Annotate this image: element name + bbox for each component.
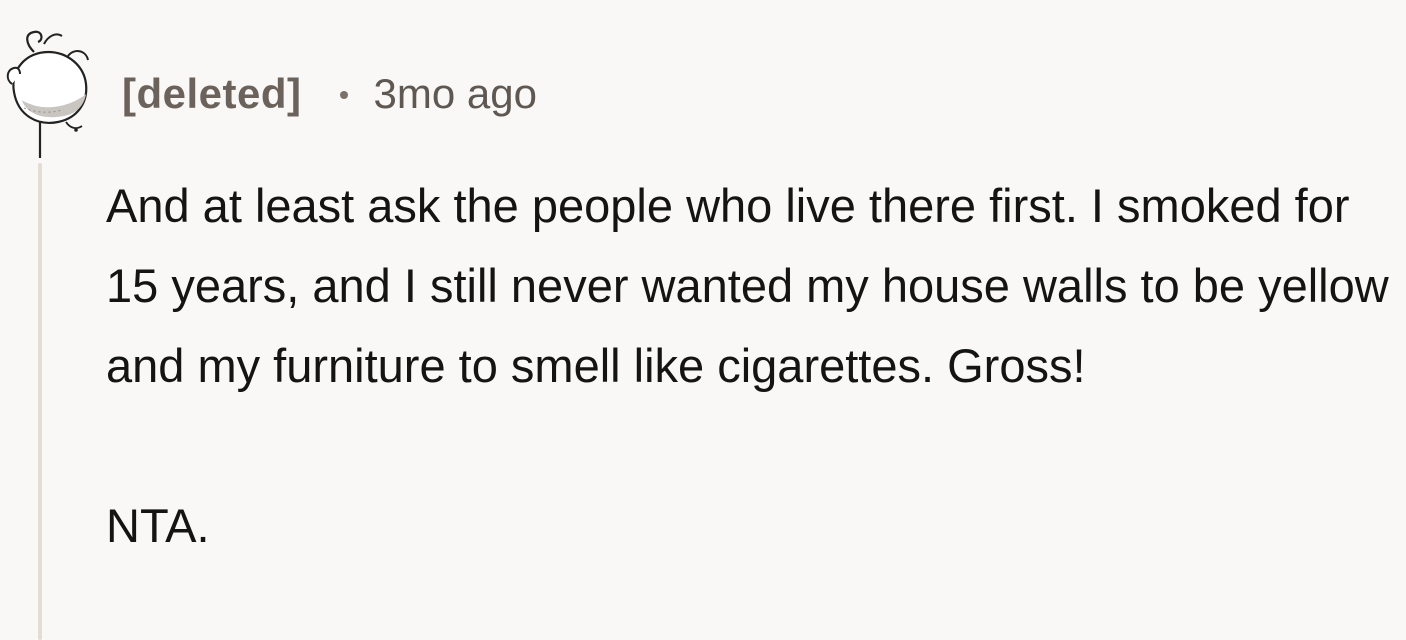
comment-paragraph: NTA. xyxy=(106,499,210,552)
avatar[interactable] xyxy=(4,22,96,158)
snoo-avatar-icon xyxy=(6,30,89,158)
comment-timestamp[interactable]: 3mo ago xyxy=(374,70,537,118)
author-name[interactable]: [deleted] xyxy=(122,70,302,118)
thread-line[interactable] xyxy=(38,163,42,640)
comment-body: And at least ask the people who live the… xyxy=(106,166,1402,566)
comment-container: [deleted] 3mo ago And at least ask the p… xyxy=(0,0,1406,640)
separator-dot xyxy=(339,91,348,99)
comment-meta: [deleted] 3mo ago xyxy=(122,66,537,122)
comment-paragraph: And at least ask the people who live the… xyxy=(106,179,1389,392)
